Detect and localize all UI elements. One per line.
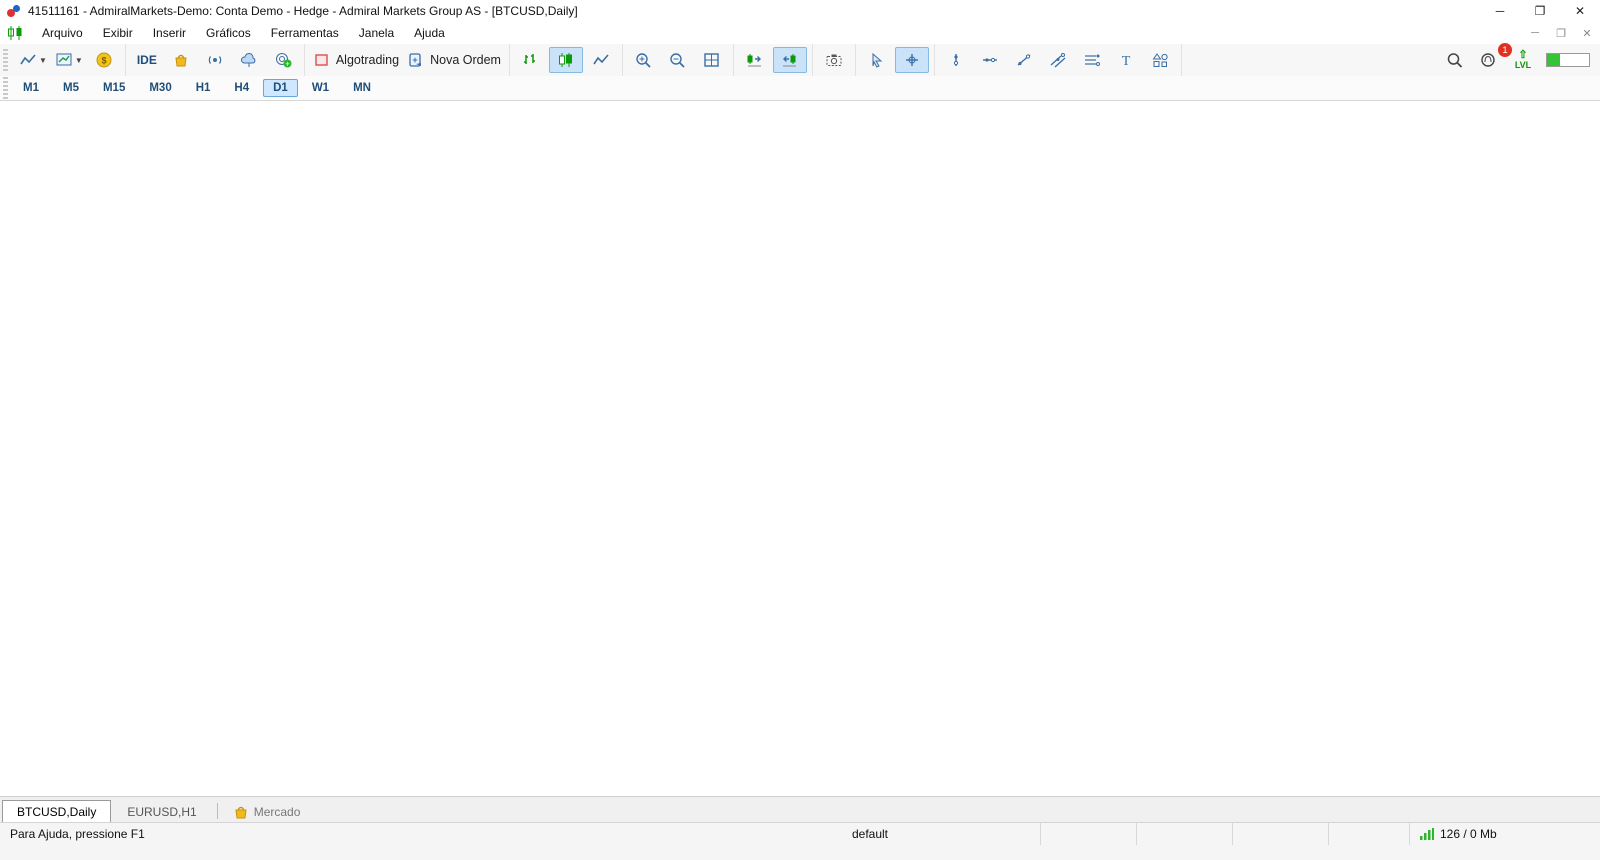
status-profile[interactable]: default: [700, 823, 1041, 845]
status-cell: [1137, 823, 1233, 845]
status-bar: Para Ajuda, pressione F1 default 126 / 0…: [0, 822, 1600, 860]
tab-eurusd-h1[interactable]: EURUSD,H1: [113, 801, 210, 823]
market-bag-icon: [234, 805, 248, 819]
chart-tabs-bar: BTCUSD,Daily EURUSD,H1 Mercado: [0, 796, 1600, 823]
mt5-window: 41511161 - AdmiralMarkets-Demo: Conta De…: [0, 0, 1600, 860]
status-cell: [1041, 823, 1137, 845]
chart-area[interactable]: [0, 0, 1600, 860]
connection-bars-icon: [1420, 828, 1434, 840]
market-label: Mercado: [254, 805, 301, 819]
status-cell: [1233, 823, 1329, 845]
status-cell: [1329, 823, 1410, 845]
tab-market[interactable]: Mercado: [224, 801, 311, 823]
tab-separator: [217, 803, 218, 819]
status-help: Para Ajuda, pressione F1: [0, 823, 700, 845]
status-traffic: 126 / 0 Mb: [1440, 827, 1497, 841]
tab-btcusd-daily[interactable]: BTCUSD,Daily: [2, 800, 111, 823]
